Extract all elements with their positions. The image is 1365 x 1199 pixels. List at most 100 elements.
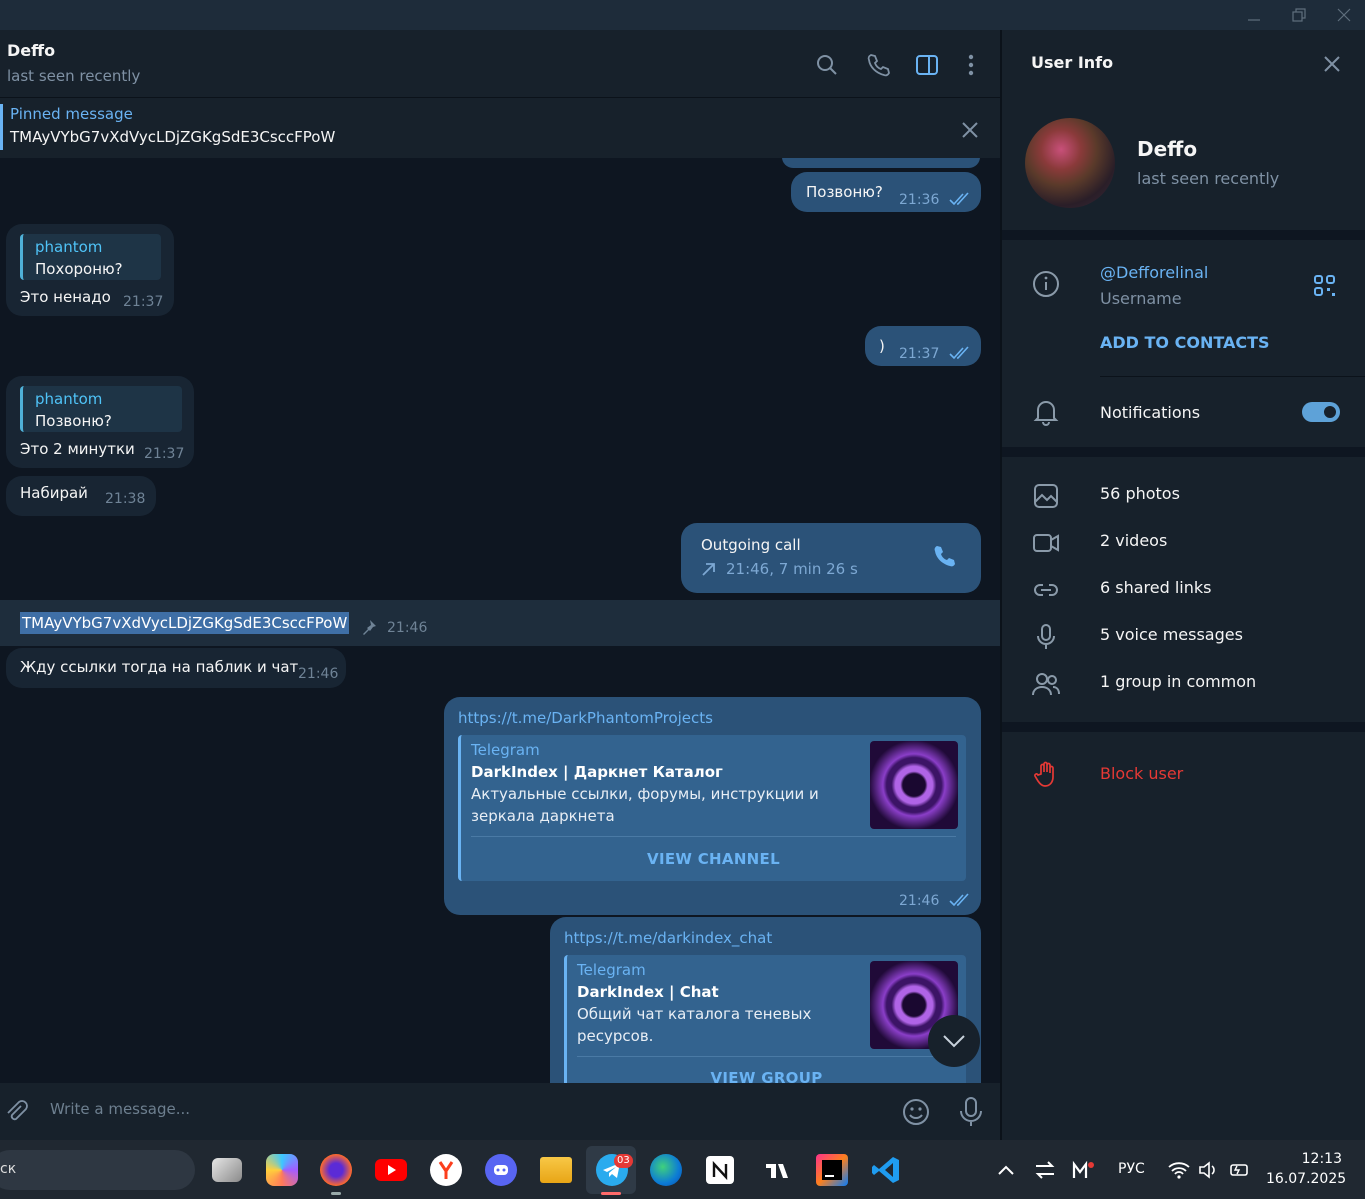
view-channel-button[interactable]: VIEW CHANNEL (461, 848, 966, 870)
edge-icon[interactable] (650, 1154, 682, 1186)
message-incoming[interactable]: Набирай 21:38 (6, 476, 156, 516)
composer[interactable]: Write a message... (0, 1083, 1000, 1140)
wifi-icon[interactable] (1168, 1160, 1190, 1180)
pin-icon (360, 618, 378, 636)
microphone-icon[interactable] (957, 1096, 985, 1128)
reply-quote[interactable]: phantom Позвоню? (20, 386, 182, 432)
add-to-contacts-button[interactable]: ADD TO CONTACTS (1100, 333, 1270, 352)
mail-ru-icon[interactable] (1072, 1160, 1096, 1180)
clock-time[interactable]: 12:13 (1300, 1151, 1342, 1167)
link-message[interactable]: https://t.me/DarkPhantomProjects Telegra… (444, 697, 981, 915)
preview-site: Telegram (577, 961, 646, 979)
panel-title: User Info (1031, 53, 1114, 72)
profile-name: Deffo (1137, 137, 1198, 161)
phone-icon[interactable] (865, 52, 891, 78)
more-icon[interactable] (958, 52, 984, 78)
view-group-button[interactable]: VIEW GROUP (567, 1067, 966, 1083)
file-explorer-icon[interactable] (540, 1157, 572, 1183)
scroll-down-button[interactable] (928, 1015, 980, 1067)
tray-chevron-up-icon[interactable] (996, 1160, 1016, 1180)
link-icon (1032, 576, 1060, 604)
chat-title[interactable]: Deffo (7, 41, 55, 60)
preview-separator (577, 1056, 956, 1057)
pinned-message-bar[interactable]: Pinned message TMAyVYbG7vXdVycLDjZGKgSdE… (0, 98, 1000, 158)
taskbar: ск 03 РУС 12:13 16.07.2025 (0, 1140, 1365, 1199)
message-text-selected[interactable]: TMAyVYbG7vXdVycLDjZGKgSdE3CsccFPoW (20, 612, 350, 634)
emoji-icon[interactable] (901, 1097, 931, 1127)
notifications-toggle[interactable] (1302, 402, 1340, 422)
message-time: 21:37 (144, 446, 185, 462)
call-message[interactable]: Outgoing call 21:46, 7 min 26 s (681, 523, 981, 593)
section-separator (1002, 230, 1365, 240)
link-message[interactable]: https://t.me/darkindex_chat Telegram Dar… (550, 917, 981, 1083)
message-incoming[interactable]: Жду ссылки тогда на паблик и чат 21:46 (6, 648, 346, 688)
chat-header[interactable]: Deffo last seen recently (0, 30, 1000, 98)
message-outgoing[interactable]: ) 21:37 (865, 326, 981, 366)
search-icon[interactable] (814, 52, 840, 78)
link-preview[interactable]: Telegram DarkIndex | Chat Общий чат ката… (564, 955, 966, 1083)
message-time: 21:36 (899, 192, 940, 208)
close-panel-icon[interactable] (1320, 52, 1344, 76)
yandex-browser-icon[interactable] (430, 1154, 462, 1186)
notion-icon[interactable] (706, 1156, 734, 1184)
preview-description: Общий чат каталога теневых ресурсов. (577, 1005, 812, 1045)
message-time: 21:46 (899, 893, 940, 909)
message-time: 21:37 (899, 346, 940, 362)
groups-row[interactable]: 1 group in common (1002, 668, 1365, 708)
message-outgoing[interactable]: Позвоню? 21:36 (791, 172, 981, 212)
block-user-row[interactable]: Block user (1002, 755, 1365, 795)
vscode-icon[interactable] (870, 1154, 902, 1186)
message-input[interactable]: Write a message... (50, 1100, 190, 1118)
section-separator (1002, 447, 1365, 457)
discord-icon[interactable] (485, 1154, 517, 1186)
firefox-icon[interactable] (320, 1154, 352, 1186)
section-separator (1002, 722, 1365, 732)
info-icon (1032, 270, 1060, 298)
block-user-button[interactable]: Block user (1100, 764, 1183, 783)
volume-icon[interactable] (1198, 1160, 1220, 1180)
copilot-icon[interactable] (266, 1154, 298, 1186)
task-view-icon[interactable] (212, 1158, 242, 1182)
link-preview[interactable]: Telegram DarkIndex | Даркнет Каталог Акт… (458, 735, 966, 881)
message-incoming[interactable]: phantom Позвоню? Это 2 минутки 21:37 (6, 376, 194, 468)
message-incoming[interactable]: phantom Похороню? Это ненадо 21:37 (6, 224, 174, 316)
attach-icon[interactable] (3, 1098, 29, 1124)
message-text: Жду ссылки тогда на паблик и чат (20, 658, 299, 676)
voice-row[interactable]: 5 voice messages (1002, 621, 1365, 661)
message-text: Набирай (20, 484, 88, 502)
message-bubble-partial[interactable] (782, 158, 980, 168)
avatar[interactable] (1025, 118, 1115, 208)
sidebar-toggle-icon[interactable] (914, 52, 940, 78)
photos-row[interactable]: 56 photos (1002, 480, 1365, 520)
sync-icon[interactable] (1034, 1160, 1056, 1180)
jetbrains-icon[interactable] (816, 1154, 848, 1186)
clock-date[interactable]: 16.07.2025 (1266, 1171, 1346, 1187)
message-list[interactable]: Позвоню? 21:36 phantom Похороню? Это нен… (0, 158, 1000, 1083)
battery-charging-icon[interactable] (1228, 1160, 1252, 1180)
close-pinned-icon[interactable] (958, 118, 982, 142)
call-back-icon[interactable] (931, 543, 959, 571)
selected-message-row[interactable]: TMAyVYbG7vXdVycLDjZGKgSdE3CsccFPoW 21:46 (0, 600, 1000, 646)
close-window-icon[interactable] (1334, 6, 1354, 24)
username-link[interactable]: @Defforelinal (1100, 263, 1208, 282)
read-ticks-icon (949, 893, 973, 907)
pinned-text: TMAyVYbG7vXdVycLDjZGKgSdE3CsccFPoW (10, 128, 336, 146)
message-link[interactable]: https://t.me/DarkPhantomProjects (458, 707, 713, 729)
user-info-panel: User Info Deffo last seen recently @Deff… (1002, 30, 1365, 1140)
links-row[interactable]: 6 shared links (1002, 574, 1365, 614)
restore-icon[interactable] (1289, 6, 1309, 24)
message-link[interactable]: https://t.me/darkindex_chat (564, 927, 772, 949)
minimize-icon[interactable] (1244, 6, 1264, 24)
photos-label: 56 photos (1100, 484, 1180, 503)
chevron-down-icon (940, 1029, 968, 1053)
reply-text: Позвоню? (35, 412, 112, 430)
reply-quote[interactable]: phantom Похороню? (20, 234, 161, 280)
group-icon (1032, 670, 1060, 698)
youtube-icon[interactable] (375, 1159, 407, 1181)
taskbar-search[interactable]: ск (0, 1150, 195, 1190)
videos-row[interactable]: 2 videos (1002, 527, 1365, 567)
qr-code-icon[interactable] (1313, 274, 1337, 298)
keyboard-language[interactable]: РУС (1118, 1161, 1145, 1177)
tradingview-icon[interactable] (762, 1154, 794, 1186)
chat-status: last seen recently (7, 67, 141, 85)
